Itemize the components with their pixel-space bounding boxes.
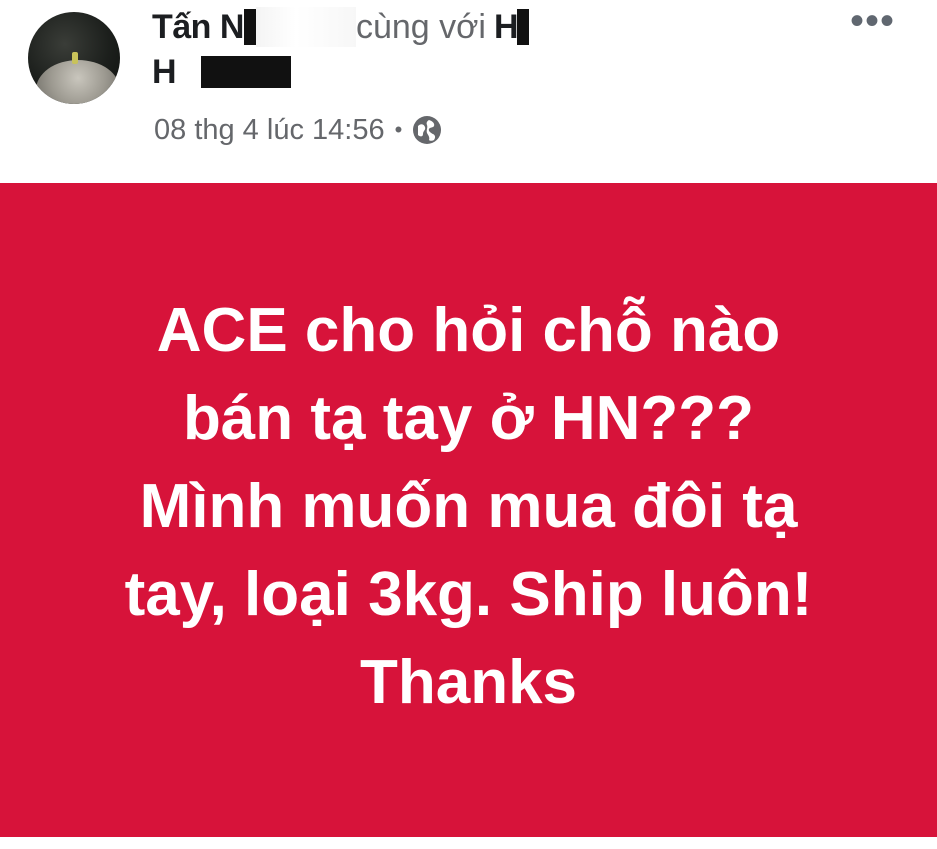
avatar-photo-mound xyxy=(36,60,120,104)
post-background: ACE cho hỏi chỗ nào bán tạ tay ở HN??? M… xyxy=(0,183,937,837)
redaction-bar xyxy=(516,9,529,45)
tagged-name[interactable]: H xyxy=(494,8,519,47)
post-meta: 08 thg 4 lúc 14:56 • xyxy=(154,108,442,152)
avatar-photo-figure xyxy=(72,52,78,64)
post-text-line: Thanks xyxy=(359,648,578,717)
post-header: Tấn N cùng với H H ••• 08 thg 4 lúc 14:5… xyxy=(0,0,937,183)
blurred-region xyxy=(255,7,356,47)
post-text-line: tay, loại 3kg. Ship luôn! xyxy=(124,560,813,629)
tagged-name-line2[interactable]: H xyxy=(152,53,177,92)
with-text: cùng với xyxy=(355,7,486,46)
author-line: Tấn N cùng với H xyxy=(152,2,529,52)
post-bottom-divider xyxy=(0,837,937,849)
redaction-bar xyxy=(200,56,291,88)
author-name[interactable]: Tấn N xyxy=(152,8,244,47)
post-text-line: ACE cho hỏi chỗ nào xyxy=(156,296,781,365)
redaction-bar xyxy=(243,9,256,45)
timestamp[interactable]: 08 thg 4 lúc 14:56 xyxy=(154,114,385,147)
post-text-line: bán tạ tay ở HN??? xyxy=(182,384,755,453)
meta-separator: • xyxy=(394,117,403,142)
post-text-line: Mình muốn mua đôi tạ xyxy=(139,472,798,541)
avatar[interactable] xyxy=(28,12,120,104)
globe-icon[interactable] xyxy=(412,115,442,145)
author-line-2: H xyxy=(152,52,291,92)
more-options-button[interactable]: ••• xyxy=(850,1,895,42)
post-text: ACE cho hỏi chỗ nào bán tạ tay ở HN??? M… xyxy=(0,287,937,727)
